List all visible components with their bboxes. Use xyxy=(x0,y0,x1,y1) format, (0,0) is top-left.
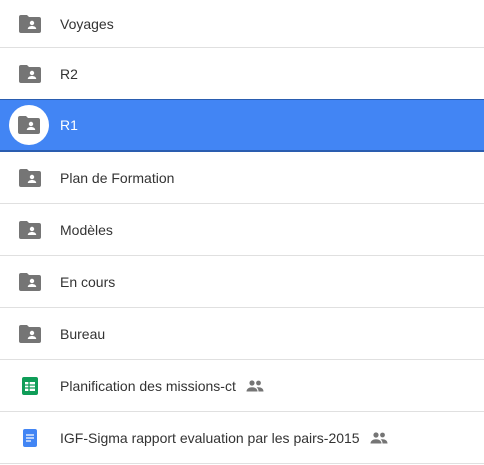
shared-folder-icon xyxy=(10,158,50,198)
item-label: R1 xyxy=(60,117,78,133)
shared-folder-icon xyxy=(10,4,50,44)
item-label-group: IGF-Sigma rapport evaluation par les pai… xyxy=(60,430,388,446)
list-item-r2[interactable]: R2 xyxy=(0,48,484,100)
list-item-voyages[interactable]: Voyages xyxy=(0,0,484,48)
item-label: Bureau xyxy=(60,325,106,342)
shared-folder-icon xyxy=(10,262,50,302)
item-label: R2 xyxy=(60,65,78,82)
shared-folder-icon xyxy=(10,54,50,94)
shared-folder-icon xyxy=(10,314,50,354)
list-item-plan-de-formation[interactable]: Plan de Formation xyxy=(0,152,484,204)
list-item-modeles[interactable]: Modèles xyxy=(0,204,484,256)
list-item-en-cours[interactable]: En cours xyxy=(0,256,484,308)
item-label: En cours xyxy=(60,273,116,290)
shared-folder-icon xyxy=(10,210,50,250)
list-item-igf-sigma[interactable]: IGF-Sigma rapport evaluation par les pai… xyxy=(0,412,484,464)
shared-folder-icon xyxy=(9,105,49,145)
item-label: IGF-Sigma rapport evaluation par les pai… xyxy=(60,429,360,446)
item-label: Voyages xyxy=(60,15,114,32)
item-label: Modèles xyxy=(60,221,113,238)
document-icon xyxy=(10,418,50,458)
spreadsheet-icon xyxy=(10,366,50,406)
item-label: Planification des missions-ct xyxy=(60,377,236,394)
file-list: Voyages R2 R1 Plan de Formation Modèles … xyxy=(0,0,484,465)
item-label-group: Planification des missions-ct xyxy=(60,378,264,394)
list-item-r1[interactable]: R1 xyxy=(0,99,484,152)
shared-people-icon xyxy=(246,379,264,392)
item-label: Plan de Formation xyxy=(60,169,175,186)
list-item-planification[interactable]: Planification des missions-ct xyxy=(0,360,484,412)
shared-people-icon xyxy=(370,431,388,444)
list-item-bureau[interactable]: Bureau xyxy=(0,308,484,360)
